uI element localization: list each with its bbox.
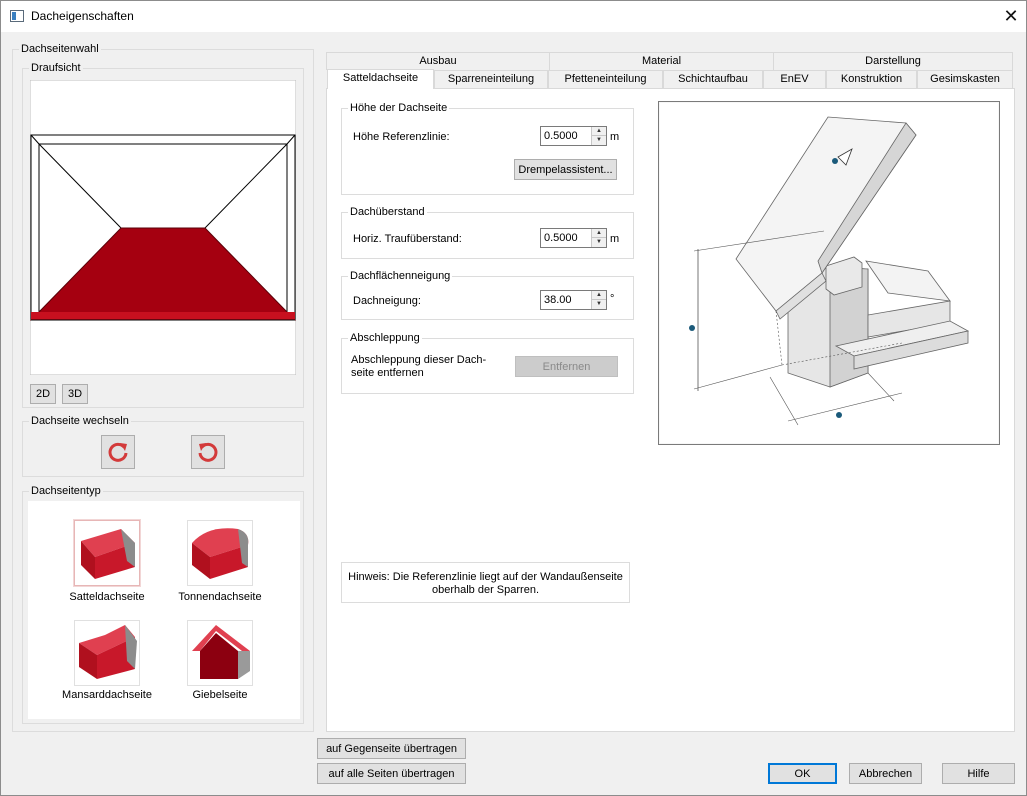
- spin-down-icon[interactable]: ▼: [592, 300, 606, 309]
- spin-down-icon[interactable]: ▼: [592, 238, 606, 247]
- spinner-arrows: ▲ ▼: [591, 127, 606, 145]
- dachseitentyp-label: Dachseitentyp: [29, 484, 103, 498]
- roof-type-mansarddach-label: Mansarddachseite: [62, 689, 152, 701]
- roof-type-list: [28, 501, 300, 719]
- tab-satteldachseite[interactable]: Satteldachseite: [327, 69, 434, 89]
- drempelassistent-button[interactable]: Drempelassistent...: [514, 159, 617, 180]
- roof-type-tonnendach-label: Tonnendachseite: [178, 591, 262, 603]
- alle-seiten-button[interactable]: auf alle Seiten übertragen: [317, 763, 466, 784]
- roof-type-giebelseite[interactable]: [187, 620, 253, 686]
- tab-konstruktion[interactable]: Konstruktion: [826, 70, 917, 88]
- tab-darstellung[interactable]: Darstellung: [773, 52, 1013, 70]
- view-2d-button[interactable]: 2D: [30, 384, 56, 404]
- ueberstand-unit: m: [610, 233, 620, 245]
- dachseitenwahl-label: Dachseitenwahl: [19, 42, 101, 56]
- hoehe-group-label: Höhe der Dachseite: [348, 101, 450, 115]
- hilfe-button[interactable]: Hilfe: [942, 763, 1015, 784]
- tab-enev[interactable]: EnEV: [763, 70, 826, 88]
- hoehe-ref-spinner[interactable]: 0.5000 ▲ ▼: [540, 126, 607, 146]
- satteldach-icon: [81, 529, 135, 579]
- close-icon[interactable]: ✕: [996, 1, 1026, 32]
- tab-schichtaufbau[interactable]: Schichtaufbau: [663, 70, 763, 88]
- ueberstand-spinner[interactable]: 0.5000 ▲ ▼: [540, 228, 607, 248]
- mansarddach-icon: [79, 625, 137, 679]
- spin-up-icon[interactable]: ▲: [592, 291, 606, 300]
- abschleppung-text-2: seite entfernen: [351, 367, 424, 379]
- tonnendach-icon: [192, 528, 249, 579]
- view-3d-button[interactable]: 3D: [62, 384, 88, 404]
- neigung-label: Dachneigung:: [353, 295, 421, 307]
- roof-type-satteldach-label: Satteldachseite: [69, 591, 145, 603]
- rotate-clockwise-icon: [108, 442, 128, 462]
- dachseite-wechseln-label: Dachseite wechseln: [29, 414, 131, 428]
- neigung-spinner[interactable]: 38.00 ▲ ▼: [540, 290, 607, 310]
- roof-top-view[interactable]: [30, 80, 296, 375]
- tab-pfetteneinteilung[interactable]: Pfetteneinteilung: [548, 70, 663, 88]
- neigung-unit: °: [610, 293, 615, 305]
- roof-type-mansarddach[interactable]: [74, 620, 140, 686]
- ueberstand-value[interactable]: 0.5000: [544, 232, 578, 244]
- tab-gesimskasten[interactable]: Gesimskasten: [917, 70, 1013, 88]
- rotate-counterclockwise-button[interactable]: [191, 435, 225, 469]
- window-title: Dacheigenschaften: [31, 9, 134, 23]
- hinweis-line-1: Hinweis: Die Referenzlinie liegt auf der…: [348, 571, 623, 583]
- hoehe-ref-label: Höhe Referenzlinie:: [353, 131, 450, 143]
- neigung-value[interactable]: 38.00: [544, 294, 572, 306]
- dialog-window: Dacheigenschaften ✕ Dachseitenwahl Drauf…: [0, 0, 1027, 796]
- giebelseite-icon: [192, 625, 250, 679]
- roof-type-satteldach[interactable]: [74, 520, 140, 586]
- spin-up-icon[interactable]: ▲: [592, 229, 606, 238]
- title-bar: Dacheigenschaften ✕: [1, 1, 1026, 32]
- ueberstand-label: Horiz. Traufüberstand:: [353, 233, 462, 245]
- tab-ausbau[interactable]: Ausbau: [326, 52, 550, 70]
- spinner-arrows: ▲ ▼: [591, 229, 606, 247]
- hoehe-group: Höhe der Dachseite: [341, 101, 634, 195]
- hoehe-ref-value[interactable]: 0.5000: [544, 130, 578, 142]
- hoehe-ref-unit: m: [610, 131, 620, 143]
- roof-section-diagram: [658, 101, 1000, 445]
- abbrechen-button[interactable]: Abbrechen: [849, 763, 922, 784]
- ok-button[interactable]: OK: [768, 763, 837, 784]
- app-icon: [10, 10, 24, 22]
- abschleppung-group-label: Abschleppung: [348, 331, 422, 345]
- tab-sparreneinteilung[interactable]: Sparreneinteilung: [434, 70, 548, 88]
- spinner-arrows: ▲ ▼: [591, 291, 606, 309]
- ueberstand-group-label: Dachüberstand: [348, 205, 427, 219]
- roof-type-tonnendach[interactable]: [187, 520, 253, 586]
- spin-down-icon[interactable]: ▼: [592, 136, 606, 145]
- spin-up-icon[interactable]: ▲: [592, 127, 606, 136]
- tab-material[interactable]: Material: [549, 52, 774, 70]
- rotate-clockwise-button[interactable]: [101, 435, 135, 469]
- rotate-counterclockwise-icon: [198, 442, 218, 462]
- hinweis-line-2: oberhalb der Sparren.: [431, 584, 539, 596]
- draufsicht-label: Draufsicht: [29, 61, 83, 75]
- neigung-group-label: Dachflächenneigung: [348, 269, 453, 283]
- dachseite-wechseln-group: Dachseite wechseln: [22, 414, 304, 477]
- entfernen-button[interactable]: Entfernen: [515, 356, 618, 377]
- gegenseite-button[interactable]: auf Gegenseite übertragen: [317, 738, 466, 759]
- roof-type-giebelseite-label: Giebelseite: [192, 689, 248, 701]
- abschleppung-text-1: Abschleppung dieser Dach-: [351, 354, 487, 366]
- hinweis-box: Hinweis: Die Referenzlinie liegt auf der…: [341, 562, 630, 603]
